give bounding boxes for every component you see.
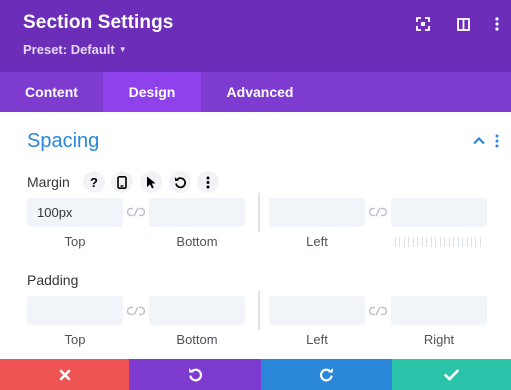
margin-right-input[interactable] — [391, 198, 487, 227]
margin-top-input[interactable]: 100px — [27, 198, 123, 227]
chevron-up-icon[interactable] — [472, 134, 486, 148]
close-icon — [59, 369, 70, 380]
cursor-icon[interactable] — [140, 171, 162, 193]
padding-left-caption: Left — [306, 332, 328, 347]
more-vertical-icon[interactable] — [495, 134, 507, 148]
redo-button[interactable] — [261, 359, 392, 390]
link-icon[interactable] — [368, 305, 388, 317]
margin-right-caption-faded — [395, 237, 481, 247]
margin-left-input[interactable] — [269, 198, 365, 227]
divider — [258, 291, 260, 330]
section-title[interactable]: Spacing — [27, 130, 99, 153]
preset-label: Preset: Default — [23, 42, 115, 57]
padding-top-input[interactable] — [27, 296, 123, 325]
padding-right-caption: Right — [423, 332, 455, 347]
mobile-icon[interactable] — [111, 171, 133, 193]
section-settings-modal: Section Settings Preset: Default ▼ Conten… — [0, 0, 511, 390]
tab-design[interactable]: Design — [103, 72, 201, 112]
preset-selector[interactable]: Preset: Default ▼ — [23, 42, 127, 57]
sidebar-layout-icon[interactable] — [453, 14, 473, 34]
help-icon[interactable]: ? — [83, 171, 105, 193]
save-button[interactable] — [392, 359, 511, 390]
margin-label: Margin — [27, 174, 70, 190]
tab-advanced[interactable]: Advanced — [201, 72, 319, 112]
padding-left-input[interactable] — [269, 296, 365, 325]
undo-button[interactable] — [129, 359, 261, 390]
divider — [258, 193, 260, 232]
undo-icon[interactable] — [169, 171, 191, 193]
padding-right-input[interactable] — [391, 296, 487, 325]
link-icon[interactable] — [126, 305, 146, 317]
tab-content[interactable]: Content — [0, 72, 103, 112]
padding-bottom-caption: Bottom — [176, 332, 218, 347]
modal-footer — [0, 359, 511, 390]
undo-icon — [188, 368, 202, 382]
caret-down-icon: ▼ — [118, 45, 127, 54]
margin-left-caption: Left — [306, 234, 328, 249]
settings-tabs: Content Design Advanced — [0, 72, 511, 112]
margin-top-caption: Top — [64, 234, 86, 249]
redo-icon — [320, 368, 333, 382]
link-icon[interactable] — [368, 206, 388, 218]
padding-bottom-input[interactable] — [149, 296, 245, 325]
discard-button[interactable] — [0, 359, 129, 390]
expand-icon[interactable] — [413, 14, 433, 34]
more-vertical-icon[interactable] — [197, 171, 219, 193]
link-icon[interactable] — [126, 206, 146, 218]
margin-bottom-caption: Bottom — [176, 234, 218, 249]
modal-header: Section Settings Preset: Default ▼ — [0, 0, 511, 72]
more-vertical-icon[interactable] — [487, 14, 507, 34]
modal-title: Section Settings — [23, 12, 174, 33]
padding-top-caption: Top — [64, 332, 86, 347]
padding-label: Padding — [27, 272, 79, 288]
check-icon — [444, 369, 459, 380]
margin-bottom-input[interactable] — [149, 198, 245, 227]
